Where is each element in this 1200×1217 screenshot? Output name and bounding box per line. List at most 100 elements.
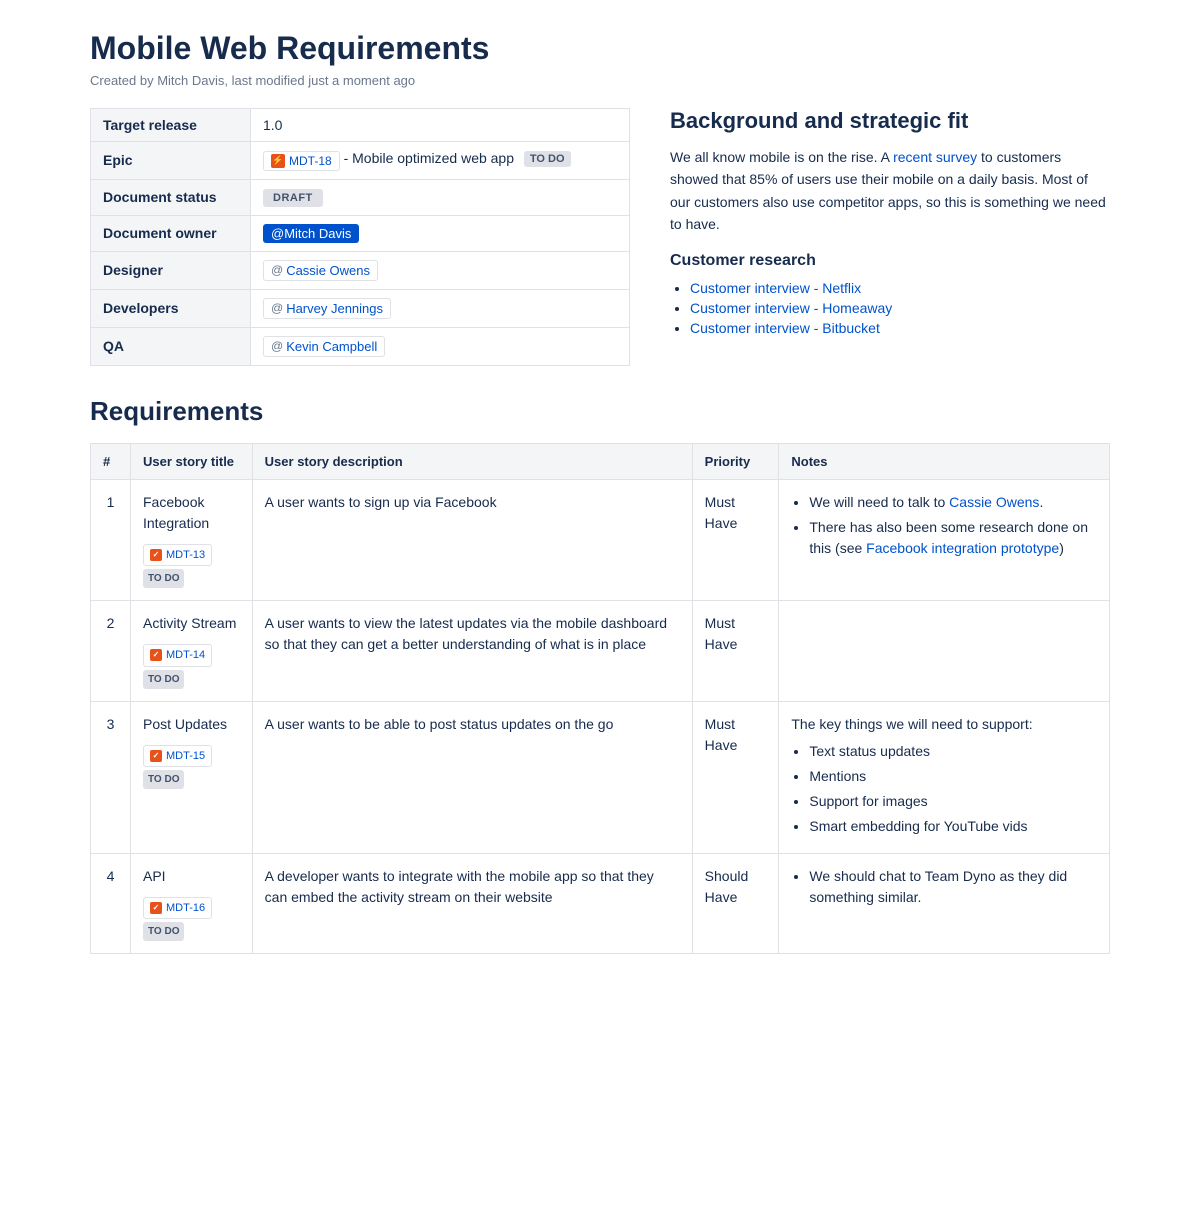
- row2-story-title: Activity Stream: [143, 613, 240, 634]
- draft-badge: DRAFT: [263, 189, 323, 207]
- row1-mdt-icon: ✓: [150, 549, 162, 561]
- table-row-qa: QA @Kevin Campbell: [91, 327, 630, 365]
- table-row: 3 Post Updates ✓ MDT-15 TO DO A user wan…: [91, 701, 1110, 853]
- list-item: Support for images: [809, 791, 1097, 812]
- row2-mdt-icon: ✓: [150, 649, 162, 661]
- row3-num: 3: [91, 701, 131, 853]
- table-row: 4 API ✓ MDT-16 TO DO A developer wants t…: [91, 853, 1110, 954]
- interview-bitbucket-link[interactable]: Customer interview - Bitbucket: [690, 320, 880, 336]
- epic-mdt-label: MDT-18: [289, 154, 332, 168]
- label-designer: Designer: [91, 251, 251, 289]
- interview-netflix-link[interactable]: Customer interview - Netflix: [690, 280, 861, 296]
- row1-story-title: Facebook Integration: [143, 492, 240, 534]
- epic-todo-badge: TO DO: [524, 151, 571, 167]
- row3-todo: TO DO: [143, 770, 184, 789]
- info-table-wrap: Target release 1.0 Epic ⚡ MDT-18 - Mobil…: [90, 108, 630, 366]
- value-designer: @Cassie Owens: [251, 251, 630, 289]
- col-story-desc: User story description: [252, 443, 692, 479]
- table-row-developers: Developers @Harvey Jennings: [91, 289, 630, 327]
- label-doc-owner: Document owner: [91, 215, 251, 251]
- row4-notes: We should chat to Team Dyno as they did …: [779, 853, 1110, 954]
- col-story-title: User story title: [131, 443, 253, 479]
- row2-notes: [779, 601, 1110, 702]
- row4-todo: TO DO: [143, 922, 184, 941]
- row4-priority: Should Have: [692, 853, 779, 954]
- col-priority: Priority: [692, 443, 779, 479]
- row3-mdt-icon: ✓: [150, 750, 162, 762]
- page-subtitle: Created by Mitch Davis, last modified ju…: [90, 73, 1110, 88]
- requirements-table: # User story title User story descriptio…: [90, 443, 1110, 955]
- row1-notes: We will need to talk to Cassie Owens. Th…: [779, 479, 1110, 601]
- col-notes: Notes: [779, 443, 1110, 479]
- value-target-release: 1.0: [251, 109, 630, 142]
- row4-story-title: API: [143, 866, 240, 887]
- background-body: We all know mobile is on the rise. A rec…: [670, 146, 1110, 236]
- row3-title-cell: Post Updates ✓ MDT-15 TO DO: [131, 701, 253, 853]
- row4-desc: A developer wants to integrate with the …: [252, 853, 692, 954]
- label-doc-status: Document status: [91, 179, 251, 215]
- row2-mdt-wrap: ✓ MDT-14 TO DO: [143, 640, 240, 689]
- table-row-designer: Designer @Cassie Owens: [91, 251, 630, 289]
- row4-mdt-label: MDT-16: [166, 900, 205, 917]
- customer-research-list: Customer interview - Netflix Customer in…: [670, 280, 1110, 336]
- owner-mention[interactable]: @Mitch Davis: [263, 224, 359, 243]
- value-epic: ⚡ MDT-18 - Mobile optimized web app TO D…: [251, 142, 630, 180]
- list-item: Smart embedding for YouTube vids: [809, 816, 1097, 837]
- row2-title-cell: Activity Stream ✓ MDT-14 TO DO: [131, 601, 253, 702]
- row4-mdt-wrap: ✓ MDT-16 TO DO: [143, 893, 240, 942]
- row3-mdt-label: MDT-15: [166, 748, 205, 765]
- background-section: Background and strategic fit We all know…: [670, 108, 1110, 366]
- row3-desc: A user wants to be able to post status u…: [252, 701, 692, 853]
- list-item: Customer interview - Netflix: [690, 280, 1110, 296]
- row1-desc: A user wants to sign up via Facebook: [252, 479, 692, 601]
- developers-mention[interactable]: @Harvey Jennings: [263, 298, 391, 319]
- table-row-epic: Epic ⚡ MDT-18 - Mobile optimized web app…: [91, 142, 630, 180]
- row2-todo: TO DO: [143, 670, 184, 689]
- row1-todo: TO DO: [143, 569, 184, 588]
- row1-mdt-label: MDT-13: [166, 547, 205, 564]
- row1-num: 1: [91, 479, 131, 601]
- list-item: Customer interview - Homeaway: [690, 300, 1110, 316]
- table-row-doc-status: Document status DRAFT: [91, 179, 630, 215]
- label-developers: Developers: [91, 289, 251, 327]
- row2-mdt-badge[interactable]: ✓ MDT-14: [143, 644, 212, 667]
- list-item: There has also been some research done o…: [809, 517, 1097, 559]
- designer-mention[interactable]: @Cassie Owens: [263, 260, 378, 281]
- row1-title-cell: Facebook Integration ✓ MDT-13 TO DO: [131, 479, 253, 601]
- customer-research-title: Customer research: [670, 252, 1110, 270]
- label-qa: QA: [91, 327, 251, 365]
- row2-desc: A user wants to view the latest updates …: [252, 601, 692, 702]
- row3-mdt-badge[interactable]: ✓ MDT-15: [143, 745, 212, 768]
- table-row-doc-owner: Document owner @Mitch Davis: [91, 215, 630, 251]
- value-developers: @Harvey Jennings: [251, 289, 630, 327]
- row2-priority: Must Have: [692, 601, 779, 702]
- qa-mention[interactable]: @Kevin Campbell: [263, 336, 385, 357]
- row1-mdt-badge[interactable]: ✓ MDT-13: [143, 544, 212, 567]
- row1-mdt-wrap: ✓ MDT-13 TO DO: [143, 540, 240, 589]
- table-header-row: # User story title User story descriptio…: [91, 443, 1110, 479]
- row3-notes-intro: The key things we will need to support:: [791, 716, 1032, 732]
- requirements-title: Requirements: [90, 396, 1110, 427]
- epic-badge[interactable]: ⚡ MDT-18: [263, 151, 340, 171]
- row4-mdt-icon: ✓: [150, 902, 162, 914]
- row2-num: 2: [91, 601, 131, 702]
- fb-integration-link[interactable]: Facebook integration prototype: [866, 540, 1059, 556]
- table-row: 1 Facebook Integration ✓ MDT-13 TO DO A …: [91, 479, 1110, 601]
- label-target-release: Target release: [91, 109, 251, 142]
- row3-story-title: Post Updates: [143, 714, 240, 735]
- col-num: #: [91, 443, 131, 479]
- row2-mdt-label: MDT-14: [166, 647, 205, 664]
- cassie-owens-link[interactable]: Cassie Owens: [949, 494, 1039, 510]
- info-table: Target release 1.0 Epic ⚡ MDT-18 - Mobil…: [90, 108, 630, 366]
- list-item: Text status updates: [809, 741, 1097, 762]
- row4-mdt-badge[interactable]: ✓ MDT-16: [143, 897, 212, 920]
- list-item: Mentions: [809, 766, 1097, 787]
- interview-homeaway-link[interactable]: Customer interview - Homeaway: [690, 300, 892, 316]
- row3-priority: Must Have: [692, 701, 779, 853]
- recent-survey-link[interactable]: recent survey: [893, 149, 977, 165]
- value-doc-owner: @Mitch Davis: [251, 215, 630, 251]
- epic-icon: ⚡: [271, 154, 285, 168]
- row3-mdt-wrap: ✓ MDT-15 TO DO: [143, 741, 240, 790]
- list-item: Customer interview - Bitbucket: [690, 320, 1110, 336]
- row3-notes: The key things we will need to support: …: [779, 701, 1110, 853]
